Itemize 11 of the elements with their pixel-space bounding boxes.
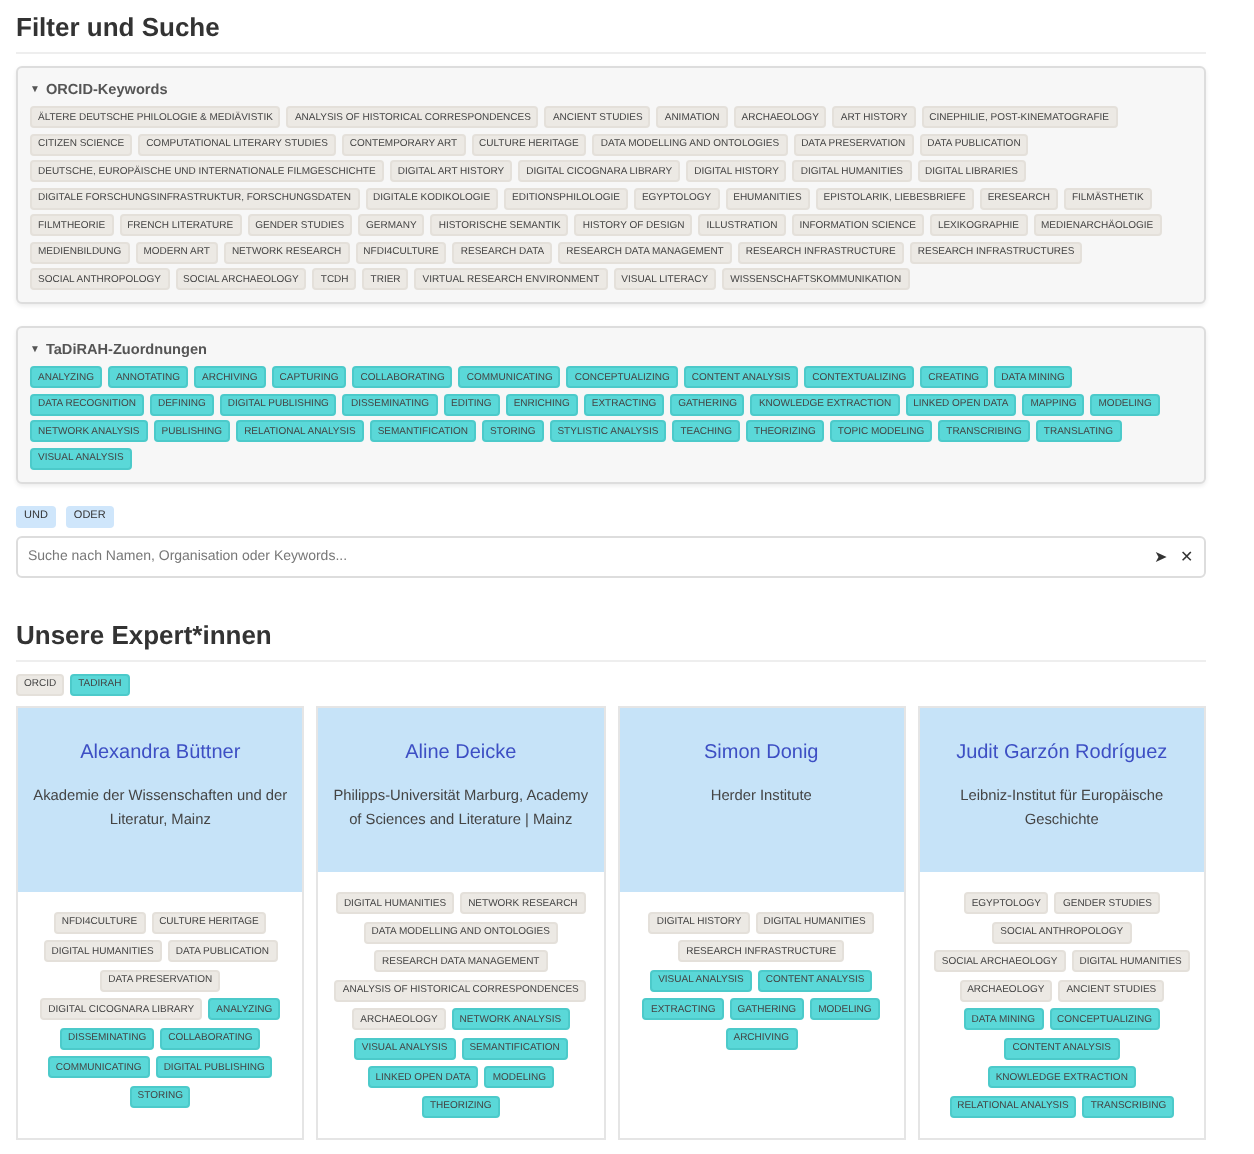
- expert-name[interactable]: Aline Deicke: [326, 741, 595, 763]
- close-icon[interactable]: ✕: [1180, 547, 1194, 565]
- expert-card[interactable]: [917, 705, 1206, 1139]
- section-heading: Filter und Suche: [16, 12, 1206, 54]
- expert-card[interactable]: [316, 705, 605, 1139]
- expert-name[interactable]: Simon Donig: [627, 741, 896, 763]
- expert-name[interactable]: Judit Garzón Rodríguez: [927, 741, 1196, 763]
- expert-name[interactable]: Alexandra Büttner: [26, 741, 295, 763]
- section-heading: Unsere Expert*innen: [16, 619, 1206, 661]
- send-icon[interactable]: ➤: [1154, 547, 1168, 565]
- expert-card[interactable]: [16, 705, 305, 1139]
